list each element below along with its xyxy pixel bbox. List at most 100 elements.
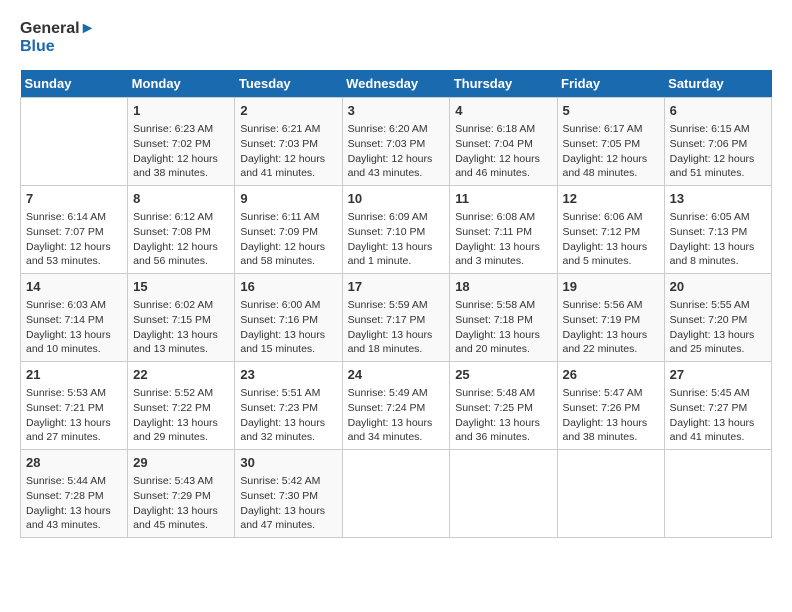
weekday-header: Sunday — [21, 70, 128, 98]
weekday-header: Friday — [557, 70, 664, 98]
calendar-cell: 11Sunrise: 6:08 AM Sunset: 7:11 PM Dayli… — [450, 186, 557, 274]
day-info: Sunrise: 6:06 AM Sunset: 7:12 PM Dayligh… — [563, 210, 659, 269]
calendar-week-row: 21 Sunrise: 5:53 AM Sunset: 7:21 PM Dayli… — [21, 362, 772, 450]
day-info: Sunrise: 6:15 AM Sunset: 7:06 PM Dayligh… — [670, 122, 766, 181]
calendar-cell: 21 Sunrise: 5:53 AM Sunset: 7:21 PM Dayli… — [21, 362, 128, 450]
calendar-cell: 13 Sunrise: 6:05 AM Sunset: 7:13 PM Dayli… — [664, 186, 771, 274]
day-number: 26 — [563, 366, 659, 384]
day-info: Sunrise: 5:47 AM Sunset: 7:26 PM Dayligh… — [563, 386, 659, 445]
day-number: 21 — [26, 366, 122, 384]
day-number: 10 — [348, 190, 445, 208]
day-info: Sunrise: 6:00 AM Sunset: 7:16 PM Dayligh… — [240, 298, 336, 357]
calendar-week-row: 14Sunrise: 6:03 AM Sunset: 7:14 PM Dayli… — [21, 274, 772, 362]
day-info: Sunrise: 6:20 AM Sunset: 7:03 PM Dayligh… — [348, 122, 445, 181]
weekday-header: Tuesday — [235, 70, 342, 98]
day-number: 3 — [348, 102, 445, 120]
day-number: 28 — [26, 454, 122, 472]
weekday-header: Thursday — [450, 70, 557, 98]
calendar-cell — [664, 449, 771, 537]
day-number: 23 — [240, 366, 336, 384]
calendar-week-row: 28 Sunrise: 5:44 AM Sunset: 7:28 PM Dayli… — [21, 449, 772, 537]
day-number: 7 — [26, 190, 122, 208]
calendar-cell: 18Sunrise: 5:58 AM Sunset: 7:18 PM Dayli… — [450, 274, 557, 362]
day-info: Sunrise: 6:05 AM Sunset: 7:13 PM Dayligh… — [670, 210, 766, 269]
logo-blue: Blue — [20, 38, 95, 56]
day-info: Sunrise: 5:42 AM Sunset: 7:30 PM Dayligh… — [240, 474, 336, 533]
day-number: 24 — [348, 366, 445, 384]
day-info: Sunrise: 6:23 AM Sunset: 7:02 PM Dayligh… — [133, 122, 229, 181]
day-number: 2 — [240, 102, 336, 120]
day-info: Sunrise: 5:52 AM Sunset: 7:22 PM Dayligh… — [133, 386, 229, 445]
day-number: 11 — [455, 190, 551, 208]
weekday-header: Wednesday — [342, 70, 450, 98]
day-number: 15 — [133, 278, 229, 296]
day-info: Sunrise: 6:18 AM Sunset: 7:04 PM Dayligh… — [455, 122, 551, 181]
calendar-cell — [450, 449, 557, 537]
calendar-cell — [557, 449, 664, 537]
weekday-header-row: SundayMondayTuesdayWednesdayThursdayFrid… — [21, 70, 772, 98]
day-info: Sunrise: 5:43 AM Sunset: 7:29 PM Dayligh… — [133, 474, 229, 533]
calendar-cell: 29Sunrise: 5:43 AM Sunset: 7:29 PM Dayli… — [128, 449, 235, 537]
calendar-cell — [342, 449, 450, 537]
day-number: 9 — [240, 190, 336, 208]
day-number: 17 — [348, 278, 445, 296]
calendar-week-row: 7Sunrise: 6:14 AM Sunset: 7:07 PM Daylig… — [21, 186, 772, 274]
calendar-cell: 22 Sunrise: 5:52 AM Sunset: 7:22 PM Dayli… — [128, 362, 235, 450]
calendar-cell: 30 Sunrise: 5:42 AM Sunset: 7:30 PM Dayli… — [235, 449, 342, 537]
day-info: Sunrise: 6:21 AM Sunset: 7:03 PM Dayligh… — [240, 122, 336, 181]
day-info: Sunrise: 5:49 AM Sunset: 7:24 PM Dayligh… — [348, 386, 445, 445]
day-info: Sunrise: 5:53 AM Sunset: 7:21 PM Dayligh… — [26, 386, 122, 445]
calendar-cell: 1 Sunrise: 6:23 AM Sunset: 7:02 PM Daylig… — [128, 98, 235, 186]
day-number: 25 — [455, 366, 551, 384]
calendar-cell: 6 Sunrise: 6:15 AM Sunset: 7:06 PM Daylig… — [664, 98, 771, 186]
calendar-cell: 28 Sunrise: 5:44 AM Sunset: 7:28 PM Dayli… — [21, 449, 128, 537]
day-number: 16 — [240, 278, 336, 296]
logo: General► Blue — [20, 20, 95, 55]
calendar-cell: 7Sunrise: 6:14 AM Sunset: 7:07 PM Daylig… — [21, 186, 128, 274]
calendar-cell: 16 Sunrise: 6:00 AM Sunset: 7:16 PM Dayli… — [235, 274, 342, 362]
day-info: Sunrise: 6:12 AM Sunset: 7:08 PM Dayligh… — [133, 210, 229, 269]
day-number: 5 — [563, 102, 659, 120]
calendar-cell: 17 Sunrise: 5:59 AM Sunset: 7:17 PM Dayli… — [342, 274, 450, 362]
day-number: 1 — [133, 102, 229, 120]
calendar-cell: 15 Sunrise: 6:02 AM Sunset: 7:15 PM Dayli… — [128, 274, 235, 362]
calendar-cell: 26 Sunrise: 5:47 AM Sunset: 7:26 PM Dayli… — [557, 362, 664, 450]
calendar-cell: 8 Sunrise: 6:12 AM Sunset: 7:08 PM Daylig… — [128, 186, 235, 274]
day-info: Sunrise: 6:11 AM Sunset: 7:09 PM Dayligh… — [240, 210, 336, 269]
calendar-cell — [21, 98, 128, 186]
day-number: 18 — [455, 278, 551, 296]
day-number: 27 — [670, 366, 766, 384]
day-info: Sunrise: 5:45 AM Sunset: 7:27 PM Dayligh… — [670, 386, 766, 445]
calendar-cell: 27 Sunrise: 5:45 AM Sunset: 7:27 PM Dayli… — [664, 362, 771, 450]
calendar-cell: 14Sunrise: 6:03 AM Sunset: 7:14 PM Dayli… — [21, 274, 128, 362]
weekday-header: Monday — [128, 70, 235, 98]
day-number: 13 — [670, 190, 766, 208]
calendar-table: SundayMondayTuesdayWednesdayThursdayFrid… — [20, 70, 772, 538]
day-info: Sunrise: 5:59 AM Sunset: 7:17 PM Dayligh… — [348, 298, 445, 357]
calendar-cell: 9 Sunrise: 6:11 AM Sunset: 7:09 PM Daylig… — [235, 186, 342, 274]
page-header: General► Blue — [20, 20, 772, 55]
day-info: Sunrise: 6:03 AM Sunset: 7:14 PM Dayligh… — [26, 298, 122, 357]
day-info: Sunrise: 5:44 AM Sunset: 7:28 PM Dayligh… — [26, 474, 122, 533]
calendar-week-row: 1 Sunrise: 6:23 AM Sunset: 7:02 PM Daylig… — [21, 98, 772, 186]
calendar-cell: 19Sunrise: 5:56 AM Sunset: 7:19 PM Dayli… — [557, 274, 664, 362]
day-number: 4 — [455, 102, 551, 120]
day-number: 20 — [670, 278, 766, 296]
calendar-cell: 12Sunrise: 6:06 AM Sunset: 7:12 PM Dayli… — [557, 186, 664, 274]
weekday-header: Saturday — [664, 70, 771, 98]
day-info: Sunrise: 5:55 AM Sunset: 7:20 PM Dayligh… — [670, 298, 766, 357]
calendar-cell: 24 Sunrise: 5:49 AM Sunset: 7:24 PM Dayli… — [342, 362, 450, 450]
day-info: Sunrise: 6:17 AM Sunset: 7:05 PM Dayligh… — [563, 122, 659, 181]
day-info: Sunrise: 5:51 AM Sunset: 7:23 PM Dayligh… — [240, 386, 336, 445]
calendar-cell: 25Sunrise: 5:48 AM Sunset: 7:25 PM Dayli… — [450, 362, 557, 450]
calendar-cell: 4 Sunrise: 6:18 AM Sunset: 7:04 PM Daylig… — [450, 98, 557, 186]
calendar-cell: 3 Sunrise: 6:20 AM Sunset: 7:03 PM Daylig… — [342, 98, 450, 186]
day-info: Sunrise: 5:56 AM Sunset: 7:19 PM Dayligh… — [563, 298, 659, 357]
day-info: Sunrise: 6:02 AM Sunset: 7:15 PM Dayligh… — [133, 298, 229, 357]
day-info: Sunrise: 6:09 AM Sunset: 7:10 PM Dayligh… — [348, 210, 445, 269]
day-number: 30 — [240, 454, 336, 472]
day-number: 22 — [133, 366, 229, 384]
calendar-cell: 2 Sunrise: 6:21 AM Sunset: 7:03 PM Daylig… — [235, 98, 342, 186]
day-number: 6 — [670, 102, 766, 120]
day-number: 8 — [133, 190, 229, 208]
